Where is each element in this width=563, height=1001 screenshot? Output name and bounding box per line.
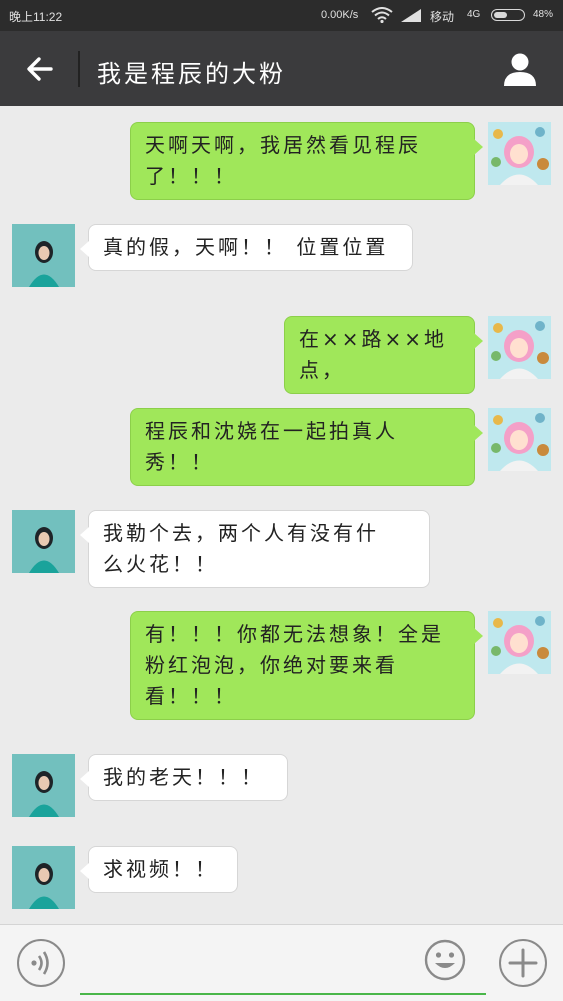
message-bubble[interactable]: 在××路××地点， [284,316,483,394]
message-bubble[interactable]: 天啊天啊，我居然看见程辰 了！！！ [130,122,483,200]
message-text-line: 真的假，天啊！！ 位置位置 [103,235,389,259]
message-text-line: 程辰和沈娆在一起拍真人 [145,419,398,443]
network-generation: 4G [467,9,481,20]
emoji-icon[interactable] [424,939,466,981]
battery-percent: 48% [533,9,554,20]
friend-avatar[interactable] [12,754,75,817]
network-speed: 0.00K/s [321,9,359,21]
message-text-line: 我勒个去，两个人有没有什 [103,521,379,545]
input-bar [0,924,563,1001]
message-text-line: 看！！！ [145,684,237,708]
message-list[interactable]: 天啊天啊，我居然看见程辰 了！！！ 真的假，天啊！！ 位置位置 在××路××地点… [0,106,563,924]
carrier-label: 移动 [430,10,455,24]
message-bubble[interactable]: 我勒个去，两个人有没有什 么火花！！ [80,510,430,588]
status-time: 晚上11:22 [9,10,63,24]
my-avatar[interactable] [488,408,551,471]
message-text-line: 求视频！！ [103,857,218,881]
message-bubble[interactable]: 求视频！！ [80,846,238,893]
message-bubble[interactable]: 有！！！你都无法想象！全是 粉红泡泡，你绝对要来看 看！！！ [130,611,483,720]
message-text-line: 有！！！你都无法想象！全是 [145,622,444,646]
message-bubble[interactable]: 我的老天！！！ [80,754,288,801]
message-text-line: 天啊天啊，我居然看见程辰 [145,133,421,157]
back-arrow-icon[interactable] [24,53,56,85]
chat-title: 我是程辰的大粉 [97,60,286,88]
chat-header: 我是程辰的大粉 [0,31,563,106]
message-text-line: 么火花！！ [103,552,218,576]
signal-icon [401,9,421,25]
message-text-line: 在××路××地点， [299,327,448,382]
message-bubble[interactable]: 程辰和沈娆在一起拍真人 秀！！ [130,408,483,486]
header-divider [78,51,80,87]
friend-avatar[interactable] [12,224,75,287]
message-text-line: 粉红泡泡，你绝对要来看 [145,653,398,677]
message-bubble[interactable]: 真的假，天啊！！ 位置位置 [80,224,413,271]
person-icon[interactable] [502,51,538,87]
wifi-icon [371,7,393,26]
message-text-line: 秀！！ [145,450,214,474]
plus-icon[interactable] [499,939,547,987]
friend-avatar[interactable] [12,510,75,573]
friend-avatar[interactable] [12,846,75,909]
status-bar: 晚上11:22 0.00K/s 移动 4G 48% [0,0,563,31]
voice-icon[interactable] [17,939,65,987]
my-avatar[interactable] [488,122,551,185]
message-text-line: 了！！！ [145,164,237,188]
message-text-line: 我的老天！！！ [103,765,264,789]
battery-icon [491,9,525,21]
my-avatar[interactable] [488,316,551,379]
my-avatar[interactable] [488,611,551,674]
